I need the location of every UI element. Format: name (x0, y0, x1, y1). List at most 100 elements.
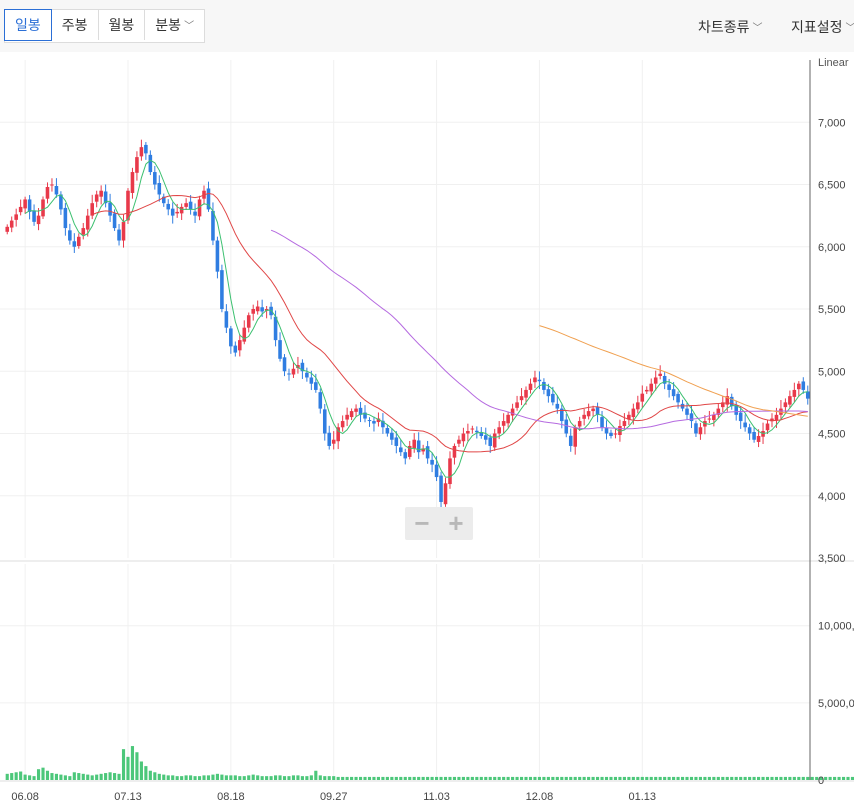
volume-bar (50, 773, 54, 780)
volume-bar (296, 775, 300, 780)
candle-body (488, 437, 493, 446)
volume-bar (448, 776, 452, 780)
volume-bar (358, 776, 363, 780)
candle-body (354, 408, 358, 412)
zoom-out-button[interactable]: − (405, 507, 439, 540)
indicator-settings-menu[interactable]: 지표설정﹀ (791, 17, 854, 37)
candle-body (349, 411, 354, 418)
candle-body (305, 372, 309, 378)
candle-body (179, 206, 184, 214)
candle-body (184, 203, 188, 207)
candle-body (112, 213, 117, 229)
volume-bar (573, 776, 577, 780)
time-tick-label: 07.13 (114, 791, 142, 803)
candle-body (188, 201, 193, 210)
volume-bar (274, 775, 278, 780)
candle-body (99, 190, 103, 197)
volume-bar (622, 776, 626, 780)
volume-bar (72, 772, 76, 780)
volume-bar (367, 776, 372, 780)
volume-bar (457, 776, 461, 780)
candle-body (591, 408, 595, 412)
volume-bar (511, 776, 515, 780)
candle-body (685, 408, 689, 415)
volume-bar (613, 776, 618, 780)
volume-bar (841, 776, 846, 780)
candle-body (9, 220, 14, 228)
volume-bar (645, 776, 649, 780)
plus-icon: + (448, 508, 464, 538)
candle-body (747, 427, 752, 434)
candle-body (135, 157, 139, 173)
volume-bar (372, 776, 376, 780)
volume-bar (479, 776, 483, 780)
candle-body (434, 464, 439, 478)
volume-bar (707, 776, 711, 780)
candle-body (783, 402, 788, 408)
candle-body (153, 172, 157, 185)
candle-body (278, 340, 282, 359)
candle-body (108, 202, 112, 216)
candle-body (671, 389, 676, 397)
volume-bar (430, 776, 434, 780)
volume-bar (663, 776, 667, 780)
volume-bar (412, 776, 416, 780)
volume-bar (797, 776, 801, 780)
volume-bar (725, 776, 729, 780)
volume-bar (604, 776, 609, 780)
volume-bar (157, 773, 161, 780)
volume-bar (774, 776, 779, 780)
volume-tick-label: 5,000,00 (818, 698, 854, 710)
candle-body (788, 396, 792, 405)
candle-body (568, 435, 573, 446)
volume-bar (211, 774, 215, 780)
volume-bar (640, 776, 644, 780)
tab-weekly[interactable]: 주봉 (52, 10, 99, 40)
tab-monthly[interactable]: 월봉 (99, 10, 146, 40)
stock-chart[interactable]: Linear 3,500 4,000 4,500 5,000 5,500 6,000 6,50… (0, 52, 854, 808)
time-tick-label: 12.08 (526, 791, 554, 803)
volume-bar (519, 776, 524, 780)
volume-bar (68, 776, 72, 780)
volume-bar (314, 770, 318, 780)
volume-bar (282, 776, 287, 780)
volume-bar (779, 776, 783, 780)
volume-bar (721, 776, 725, 780)
candle-body (121, 221, 126, 241)
volume-bar (636, 776, 640, 780)
tab-daily[interactable]: 일봉 (4, 9, 52, 41)
tab-minute[interactable]: 분봉 ﹀ (145, 10, 204, 40)
candle-body (260, 307, 264, 312)
volume-bar (748, 776, 752, 780)
volume-bar (197, 776, 202, 780)
candle-body (622, 421, 627, 427)
candle-body (63, 207, 68, 229)
candle-body (327, 432, 332, 446)
volume-bar (363, 776, 367, 780)
candle-body (582, 414, 586, 419)
volume-bar (104, 773, 108, 780)
candle-body (255, 306, 260, 312)
price-tick-label: 5,500 (818, 304, 846, 316)
candle-body (425, 446, 430, 459)
chart-type-menu[interactable]: 차트종류 ﹀ (698, 17, 763, 37)
zoom-in-button[interactable]: + (439, 507, 473, 540)
price-tick-label: 5,000 (818, 366, 846, 378)
volume-bar (300, 776, 304, 780)
volume-bar (175, 776, 179, 780)
volume-bar (144, 766, 148, 780)
candle-body (68, 230, 72, 241)
candle-body (157, 183, 162, 195)
scale-label: Linear (818, 57, 849, 69)
ma20-line (92, 192, 808, 453)
volume-bar (439, 776, 443, 780)
volume-bar (783, 776, 787, 780)
candle-body (309, 377, 314, 384)
volume-bar (135, 752, 139, 780)
volume-bar (846, 776, 850, 780)
candle-body (667, 384, 671, 390)
volume-bar (256, 775, 260, 780)
volume-bar (470, 776, 474, 780)
volume-bar (28, 775, 32, 780)
volume-bar (506, 776, 510, 780)
